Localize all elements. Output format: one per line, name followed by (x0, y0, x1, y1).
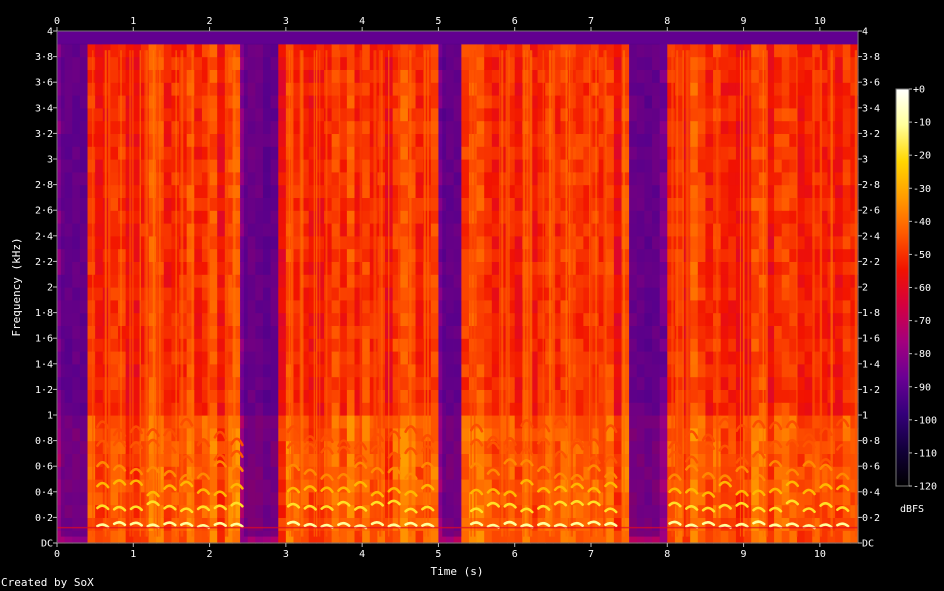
y-tick-label-right: 2·8 (862, 180, 880, 191)
x-tick-label-top: 2 (207, 16, 213, 27)
y-tick-label-right: 1·4 (862, 359, 880, 370)
x-axis-title: Time (s) (431, 565, 484, 578)
x-tick-label-top: 10 (814, 16, 826, 27)
y-tick-label-right: 3·4 (862, 103, 880, 114)
colorbar-tick-label: -10 (913, 118, 931, 129)
y-tick-label-left: 0·8 (35, 436, 53, 447)
y-tick-label-right: 0·2 (862, 513, 880, 524)
colorbar-tick-label: -80 (913, 349, 931, 360)
colorbar-tick-label: -90 (913, 382, 931, 393)
x-tick-label-top: 3 (283, 16, 289, 27)
y-tick-label-left: 0·4 (35, 487, 53, 498)
x-tick-label-top: 1 (130, 16, 136, 27)
y-tick-label-left: 1 (47, 411, 53, 422)
y-tick-label-left: 3·2 (35, 129, 53, 140)
y-tick-label-left: 2·8 (35, 180, 53, 191)
y-tick-label-right: 2·6 (862, 206, 880, 217)
y-tick-label-right: 2·4 (862, 231, 880, 242)
x-tick-label-bottom: 4 (359, 549, 365, 560)
colorbar-tick-label: -120 (913, 482, 937, 493)
colorbar-tick-label: -110 (913, 448, 937, 459)
y-tick-label-left: 0·6 (35, 462, 53, 473)
y-tick-label-left: 1·4 (35, 359, 53, 370)
colorbar-tick-label: -30 (913, 184, 931, 195)
x-tick-label-bottom: 3 (283, 549, 289, 560)
y-tick-label-left: 2·4 (35, 231, 53, 242)
x-tick-label-bottom: 6 (512, 549, 518, 560)
x-tick-label-bottom: 10 (814, 549, 826, 560)
y-tick-label-right: 3·6 (862, 78, 880, 89)
y-tick-label-left: 1·8 (35, 308, 53, 319)
x-tick-label-top: 7 (588, 16, 594, 27)
x-tick-label-bottom: 1 (130, 549, 136, 560)
y-tick-label-right: 1·8 (862, 308, 880, 319)
y-tick-label-left: 1·6 (35, 334, 53, 345)
credit-text: Created by SoX (1, 576, 94, 589)
y-tick-label-right: 0·4 (862, 487, 880, 498)
y-tick-label-left: 2·6 (35, 206, 53, 217)
colorbar-tick-label: -100 (913, 415, 937, 426)
x-tick-label-top: 5 (435, 16, 441, 27)
y-tick-label-right: 1·6 (862, 334, 880, 345)
x-tick-label-top: 0 (54, 16, 60, 27)
colorbar-tick-label: -60 (913, 283, 931, 294)
x-tick-label-top: 6 (512, 16, 518, 27)
y-tick-label-left: DC (41, 539, 53, 550)
x-tick-label-bottom: 9 (741, 549, 747, 560)
y-tick-label-right: 4 (862, 27, 868, 38)
colorbar-tick-label: -70 (913, 316, 931, 327)
colorbar-gradient (896, 89, 909, 486)
spectrogram-image (57, 31, 859, 544)
y-tick-label-right: 2·2 (862, 257, 880, 268)
y-tick-label-right: 0·6 (862, 462, 880, 473)
x-tick-label-bottom: 8 (664, 549, 670, 560)
y-axis-title: Frequency (kHz) (10, 237, 23, 336)
y-tick-label-left: 3·8 (35, 52, 53, 63)
x-tick-label-bottom: 2 (207, 549, 213, 560)
x-tick-label-bottom: 0 (54, 549, 60, 560)
y-tick-label-right: 3·2 (862, 129, 880, 140)
colorbar-tick-label: -40 (913, 217, 931, 228)
x-tick-label-bottom: 5 (435, 549, 441, 560)
y-tick-label-right: 2 (862, 283, 868, 294)
y-tick-label-left: 2·2 (35, 257, 53, 268)
y-tick-label-left: 2 (47, 283, 53, 294)
colorbar-tick-label: -20 (913, 151, 931, 162)
y-tick-label-left: 3·6 (35, 78, 53, 89)
y-tick-label-left: 4 (47, 27, 53, 38)
x-tick-label-bottom: 7 (588, 549, 594, 560)
y-tick-label-right: 3 (862, 155, 868, 166)
colorbar-tick-label: -50 (913, 250, 931, 261)
x-tick-label-top: 9 (741, 16, 747, 27)
y-tick-label-left: 1·2 (35, 385, 53, 396)
spectrogram-figure: 0 1 2 3 4 5 6 7 8 9 10 0 1 2 3 4 5 6 7 8 9 10 DC 0·2 0·4 0·6 0·8… (0, 0, 944, 591)
y-tick-label-left: 0·2 (35, 513, 53, 524)
y-tick-label-right: 0·8 (862, 436, 880, 447)
x-tick-label-top: 4 (359, 16, 365, 27)
colorbar-tick-label: +0 (913, 85, 925, 96)
y-tick-label-left: 3 (47, 155, 53, 166)
x-tick-label-top: 8 (664, 16, 670, 27)
y-tick-label-right: 1·2 (862, 385, 880, 396)
colorbar-label: dBFS (900, 504, 924, 515)
y-tick-label-right: 3·8 (862, 52, 880, 63)
y-tick-label-right: 1 (862, 411, 868, 422)
y-tick-label-left: 3·4 (35, 103, 53, 114)
y-tick-label-right: DC (862, 539, 874, 550)
